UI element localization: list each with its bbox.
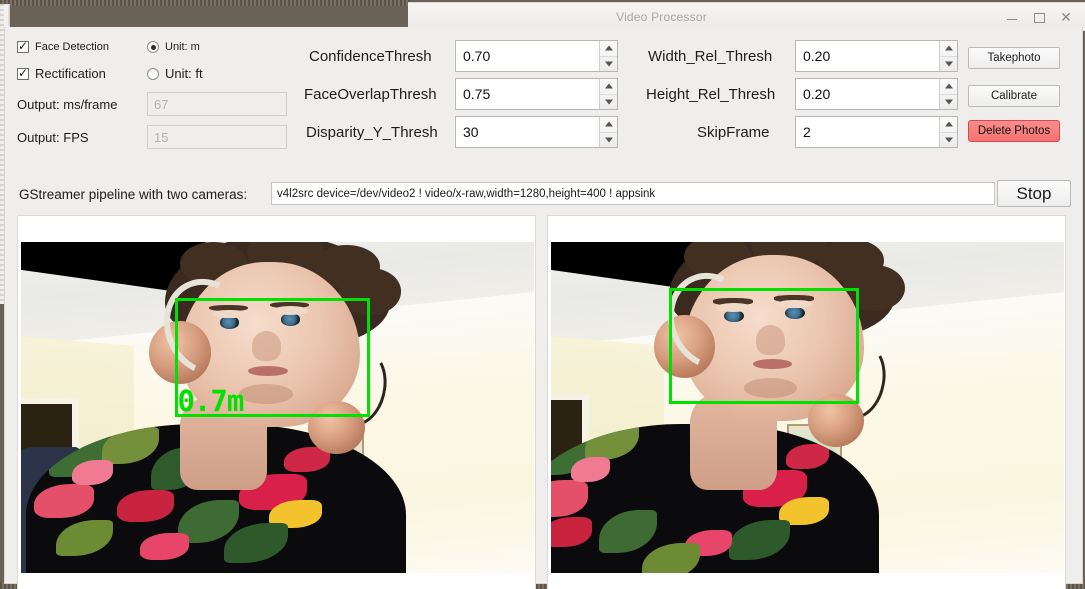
output-fps-field[interactable]: 15: [147, 125, 287, 149]
stepper-up-icon[interactable]: [600, 79, 617, 94]
height-rel-thresh-stepper[interactable]: [939, 79, 957, 109]
skipframe-value[interactable]: 2: [796, 117, 939, 147]
camera-scene-right: [551, 242, 1064, 573]
unit-m-radio[interactable]: [147, 41, 159, 53]
face-detection-box: [668, 288, 859, 405]
unit-m-radio-row[interactable]: Unit: m: [147, 41, 200, 53]
unit-ft-label: Unit: ft: [165, 66, 203, 81]
calibrate-button[interactable]: Calibrate: [968, 85, 1060, 107]
desktop-backdrop-top: [0, 0, 410, 6]
pipeline-input[interactable]: v4l2src device=/dev/video2 ! video/x-raw…: [271, 182, 995, 205]
stepper-up-icon[interactable]: [940, 117, 957, 132]
confidence-thresh-stepper[interactable]: [599, 41, 617, 71]
stepper-up-icon[interactable]: [600, 117, 617, 132]
width-rel-thresh-label: Width_Rel_Thresh: [648, 48, 773, 65]
output-msframe-label: Output: ms/frame: [17, 97, 118, 112]
stepper-down-icon[interactable]: [600, 55, 617, 72]
width-rel-thresh-spinbox[interactable]: 0.20: [795, 40, 958, 72]
camera-scene-left: 0.7m: [21, 242, 534, 573]
skipframe-label: SkipFrame: [697, 124, 770, 141]
confidence-thresh-label: ConfidenceThresh: [309, 48, 432, 65]
stepper-down-icon[interactable]: [600, 131, 617, 148]
face-overlap-thresh-label: FaceOverlapThresh: [304, 86, 437, 103]
face-overlap-thresh-spinbox[interactable]: 0.75: [455, 78, 618, 110]
distance-label-left: 0.7m: [177, 384, 244, 419]
width-rel-thresh-value[interactable]: 0.20: [796, 41, 939, 71]
disparity-y-thresh-value[interactable]: 30: [456, 117, 599, 147]
controls-panel: Face Detection Rectification Unit: m Uni…: [5, 27, 1082, 207]
face-detection-checkbox-row[interactable]: Face Detection: [17, 39, 109, 53]
confidence-thresh-spinbox[interactable]: 0.70: [455, 40, 618, 72]
face-detection-checkbox[interactable]: [17, 39, 29, 53]
skipframe-spinbox[interactable]: 2: [795, 116, 958, 148]
unit-m-label: Unit: m: [165, 41, 200, 53]
width-rel-thresh-stepper[interactable]: [939, 41, 957, 71]
stepper-up-icon[interactable]: [940, 79, 957, 94]
rectification-label: Rectification: [35, 66, 106, 81]
disparity-y-thresh-spinbox[interactable]: 30: [455, 116, 618, 148]
close-icon[interactable]: ✕: [1059, 10, 1073, 24]
stepper-up-icon[interactable]: [600, 41, 617, 56]
minimize-icon[interactable]: [1005, 10, 1019, 24]
stepper-down-icon[interactable]: [940, 131, 957, 148]
output-fps-label: Output: FPS: [17, 130, 89, 145]
application-window: Face Detection Rectification Unit: m Uni…: [4, 27, 1083, 589]
takephoto-button[interactable]: Takephoto: [968, 47, 1060, 69]
height-rel-thresh-label: Height_Rel_Thresh: [646, 86, 776, 103]
output-msframe-field[interactable]: 67: [147, 92, 287, 116]
window-title: Video Processor: [616, 10, 707, 24]
stepper-down-icon[interactable]: [940, 93, 957, 110]
stepper-down-icon[interactable]: [600, 93, 617, 110]
disparity-y-thresh-stepper[interactable]: [599, 117, 617, 147]
face-overlap-thresh-stepper[interactable]: [599, 79, 617, 109]
video-frame-left: 0.7m: [21, 242, 534, 573]
stepper-down-icon[interactable]: [940, 55, 957, 72]
delete-photos-button[interactable]: Delete Photos: [968, 120, 1060, 142]
stop-button[interactable]: Stop: [997, 180, 1071, 207]
stepper-up-icon[interactable]: [940, 41, 957, 56]
disparity-y-thresh-label: Disparity_Y_Thresh: [306, 124, 438, 141]
rectification-checkbox-row[interactable]: Rectification: [17, 66, 106, 81]
height-rel-thresh-value[interactable]: 0.20: [796, 79, 939, 109]
height-rel-thresh-spinbox[interactable]: 0.20: [795, 78, 958, 110]
unit-ft-radio-row[interactable]: Unit: ft: [147, 66, 203, 81]
video-frame-right: [551, 242, 1064, 573]
maximize-icon[interactable]: [1032, 10, 1046, 24]
face-overlap-thresh-value[interactable]: 0.75: [456, 79, 599, 109]
screen: Video Processor ✕ Face Detection Rectifi…: [0, 0, 1085, 589]
pipeline-label: GStreamer pipeline with two cameras:: [19, 187, 248, 202]
window-controls: ✕: [1005, 10, 1085, 24]
video-panel-right[interactable]: [547, 215, 1066, 589]
rectification-checkbox[interactable]: [17, 66, 29, 80]
video-panel-left[interactable]: 0.7m: [17, 215, 536, 589]
skipframe-stepper[interactable]: [939, 117, 957, 147]
face-detection-label: Face Detection: [35, 41, 109, 53]
confidence-thresh-value[interactable]: 0.70: [456, 41, 599, 71]
unit-ft-radio[interactable]: [147, 67, 159, 80]
